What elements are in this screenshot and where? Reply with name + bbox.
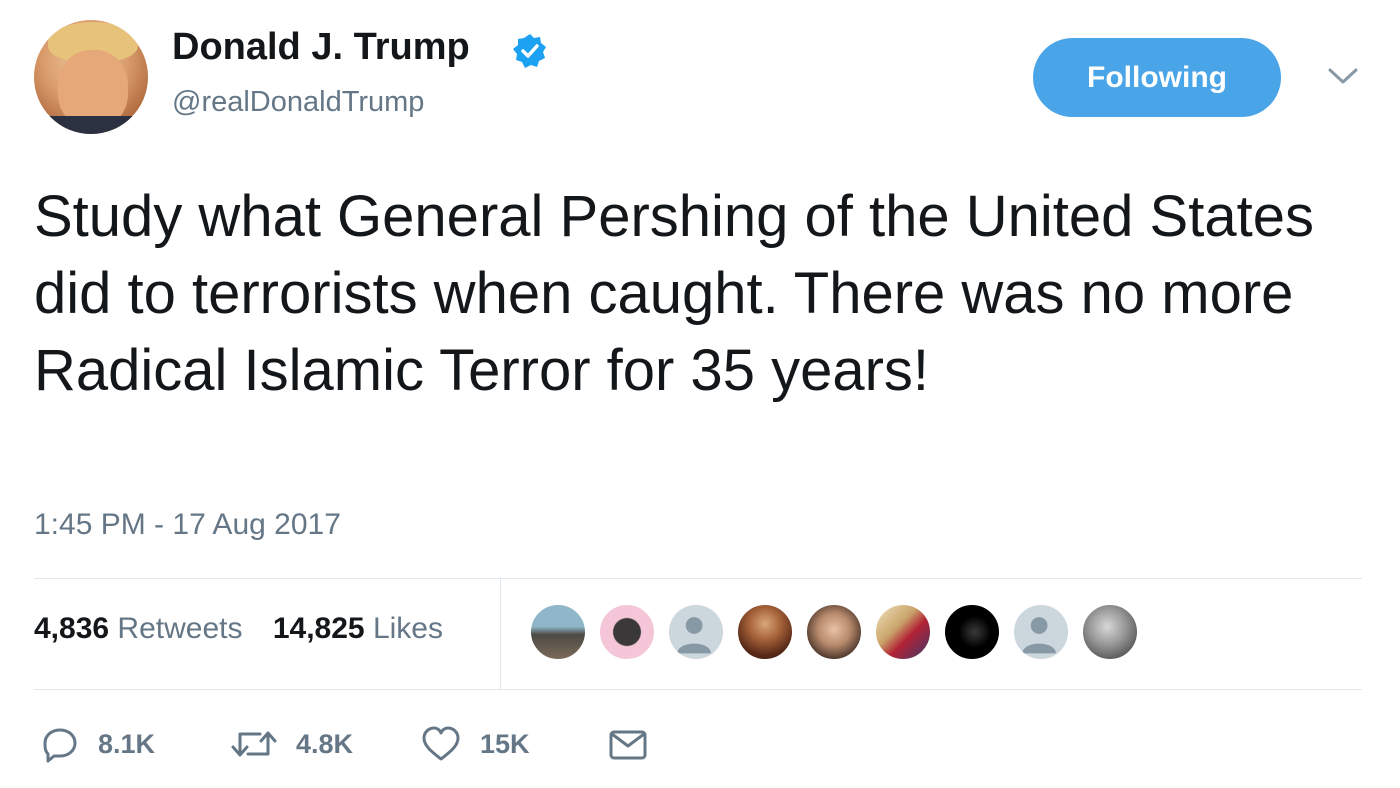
chevron-down-icon[interactable] xyxy=(1326,64,1360,88)
liker-avatar[interactable] xyxy=(1012,603,1070,661)
heart-icon xyxy=(422,726,460,761)
liker-avatar[interactable] xyxy=(805,603,863,661)
tweet-text: Study what General Pershing of the Unite… xyxy=(34,184,1314,403)
like-button[interactable]: 15K xyxy=(420,724,530,764)
avatar-suit xyxy=(34,116,148,134)
liker-avatar[interactable] xyxy=(529,603,587,661)
author-display-name[interactable]: Donald J. Trump xyxy=(172,26,470,69)
default-avatar-icon xyxy=(677,617,711,654)
retweets-count: 4,836 xyxy=(34,612,110,645)
retweet-button[interactable]: 4.8K xyxy=(230,724,353,764)
verified-badge-icon xyxy=(513,34,546,68)
author-avatar[interactable] xyxy=(34,20,148,134)
author-handle[interactable]: @realDonaldTrump xyxy=(172,86,424,119)
default-avatar-icon xyxy=(1022,617,1056,654)
divider xyxy=(34,689,1362,690)
reply-button[interactable]: 8.1K xyxy=(40,724,155,764)
liker-avatar[interactable] xyxy=(943,603,1001,661)
retweets-label: Retweets xyxy=(117,612,243,645)
tweet-timestamp[interactable]: 1:45 PM - 17 Aug 2017 xyxy=(34,508,341,542)
retweet-icon xyxy=(231,731,277,757)
liker-avatar[interactable] xyxy=(736,603,794,661)
like-count: 15K xyxy=(480,728,530,759)
liker-avatar[interactable] xyxy=(598,603,656,661)
reply-count: 8.1K xyxy=(98,728,156,759)
retweets-stat[interactable]: 4,836 Retweets xyxy=(34,612,242,645)
liker-avatar[interactable] xyxy=(667,603,725,661)
mail-icon xyxy=(609,730,647,760)
liker-avatar[interactable] xyxy=(874,603,932,661)
following-button[interactable]: Following xyxy=(1033,38,1281,117)
likes-label: Likes xyxy=(372,612,443,645)
retweet-count: 4.8K xyxy=(296,728,354,759)
divider xyxy=(34,578,1362,579)
stats-divider xyxy=(500,578,501,689)
likes-count: 14,825 xyxy=(272,612,365,645)
liker-avatar[interactable] xyxy=(1081,603,1139,661)
likes-stat[interactable]: 14,825 Likes xyxy=(273,612,443,645)
tweet-stats: 4,836 Retweets 14,825 Likes xyxy=(34,612,465,646)
reply-icon xyxy=(43,728,77,763)
direct-message-button[interactable] xyxy=(608,724,648,764)
